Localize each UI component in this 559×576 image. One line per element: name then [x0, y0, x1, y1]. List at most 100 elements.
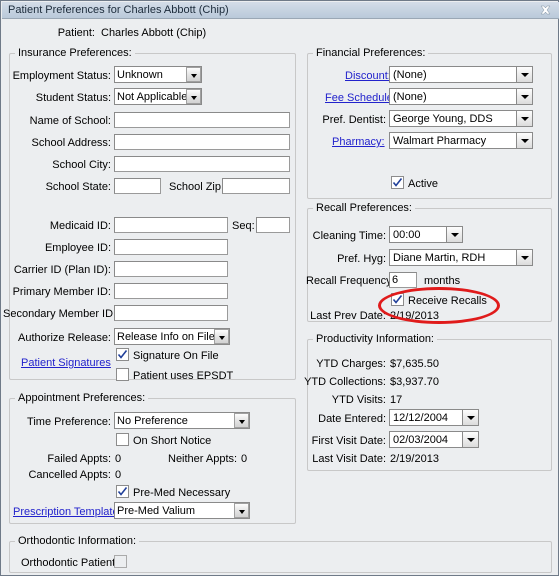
time-preference-select[interactable]: No Preference [114, 412, 250, 429]
pre-med-necessary-label: Pre-Med Necessary [133, 487, 231, 499]
employment-status-value: Unknown [117, 69, 163, 81]
prescription-template-link[interactable]: Prescription Template: [13, 506, 122, 518]
chevron-down-icon[interactable] [516, 132, 533, 149]
student-status-select[interactable]: Not Applicable [114, 88, 202, 105]
patient-signatures-link[interactable]: Patient Signatures [21, 357, 111, 369]
last-prev-date-label: Last Prev Date: [310, 310, 386, 322]
recall-frequency-unit: months [424, 275, 461, 287]
school-address-label: School Address: [31, 137, 112, 149]
signature-on-file-checkbox[interactable] [116, 348, 129, 361]
productivity-information-title: Productivity Information: [313, 333, 437, 345]
chevron-down-icon[interactable] [214, 329, 229, 344]
seq-input[interactable] [256, 217, 290, 233]
student-status-label: Student Status: [35, 92, 111, 104]
check-icon [117, 487, 128, 496]
date-entered-select[interactable]: 12/12/2004 [389, 409, 463, 426]
recall-frequency-input[interactable]: 6 [389, 272, 417, 288]
chevron-down-icon[interactable] [234, 503, 249, 518]
appointment-preferences-title: Appointment Preferences: [15, 392, 149, 404]
patient-label: Patient: [57, 27, 95, 39]
first-visit-date-select[interactable]: 02/03/2004 [389, 431, 463, 448]
school-zip-label: School Zip: [169, 181, 225, 193]
patient-name: Charles Abbott (Chip) [101, 27, 207, 39]
pharmacy-link[interactable]: Pharmacy: [332, 136, 385, 148]
seq-label: Seq: [232, 220, 255, 232]
chevron-down-icon[interactable] [186, 89, 201, 104]
last-visit-date-label: Last Visit Date: [312, 453, 386, 465]
student-status-value: Not Applicable [117, 91, 188, 103]
fee-schedule-select[interactable]: (None) [389, 88, 533, 105]
authorize-release-select[interactable]: Release Info on File [114, 328, 230, 345]
failed-appts-value: 0 [115, 453, 122, 465]
school-state-input[interactable] [114, 178, 161, 194]
ytd-charges-label: YTD Charges: [316, 358, 386, 370]
ytd-visits-label: YTD Visits: [331, 394, 386, 406]
primary-member-id-input[interactable] [114, 283, 228, 299]
chevron-down-icon[interactable] [186, 67, 201, 82]
chevron-down-icon[interactable] [234, 413, 249, 428]
close-icon[interactable] [534, 3, 556, 17]
active-checkbox[interactable] [391, 176, 404, 189]
cancelled-appts-label: Cancelled Appts: [28, 469, 111, 481]
pref-hyg-label: Pref. Hyg: [337, 253, 386, 265]
school-zip-input[interactable] [222, 178, 290, 194]
receive-recalls-label: Receive Recalls [408, 295, 487, 307]
ytd-collections-value: $3,937.70 [390, 376, 439, 388]
school-address-input[interactable] [114, 134, 290, 150]
discount-select[interactable]: (None) [389, 66, 533, 83]
time-preference-value: No Preference [117, 415, 188, 427]
pharmacy-select[interactable]: Walmart Pharmacy [389, 132, 533, 149]
chevron-down-icon[interactable] [446, 226, 463, 243]
school-state-label: School State: [45, 181, 111, 193]
patient-uses-epsdt-checkbox[interactable] [116, 368, 129, 381]
title-bar: Patient Preferences for Charles Abbott (… [2, 2, 559, 19]
insurance-preferences-title: Insurance Preferences: [15, 47, 135, 59]
neither-appts-label: Neither Appts: [168, 453, 238, 465]
school-city-input[interactable] [114, 156, 290, 172]
name-of-school-input[interactable] [114, 112, 290, 128]
check-icon [117, 350, 128, 359]
orthodontic-patient-label: Orthodontic Patient: [21, 557, 119, 569]
pre-med-necessary-checkbox[interactable] [116, 485, 129, 498]
chevron-down-icon[interactable] [516, 110, 533, 127]
chevron-down-icon[interactable] [516, 249, 533, 266]
failed-appts-label: Failed Appts: [47, 453, 111, 465]
employment-status-label: Employment Status: [12, 70, 111, 82]
date-entered-label: Date Entered: [318, 413, 386, 425]
orthodontic-information-title: Orthodontic Information: [15, 535, 140, 547]
chevron-down-icon[interactable] [516, 66, 533, 83]
orthodontic-patient-checkbox[interactable] [114, 555, 127, 568]
secondary-member-id-input[interactable] [114, 305, 228, 321]
prescription-template-value: Pre-Med Valium [117, 505, 196, 517]
discount-link[interactable]: Discount: [345, 70, 391, 82]
employment-status-select[interactable]: Unknown [114, 66, 202, 83]
chevron-down-icon[interactable] [462, 431, 479, 448]
medicaid-id-input[interactable] [114, 217, 228, 233]
authorize-release-value: Release Info on File [117, 331, 215, 343]
pref-dentist-label: Pref. Dentist: [322, 114, 386, 126]
pref-hyg-select[interactable]: Diane Martin, RDH [389, 249, 533, 266]
time-preference-label: Time Preference: [27, 416, 111, 428]
carrier-id-input[interactable] [114, 261, 228, 277]
receive-recalls-checkbox[interactable] [391, 293, 404, 306]
check-icon [392, 295, 403, 304]
authorize-release-label: Authorize Release: [18, 332, 111, 344]
cancelled-appts-value: 0 [115, 469, 122, 481]
signature-on-file-label: Signature On File [133, 350, 219, 362]
fee-schedule-link[interactable]: Fee Schedule: [325, 92, 396, 104]
patient-uses-epsdt-label: Patient uses EPSDT [133, 370, 234, 382]
employee-id-label: Employee ID: [44, 242, 111, 254]
last-visit-date-value: 2/19/2013 [390, 453, 439, 465]
active-label: Active [408, 178, 438, 190]
chevron-down-icon[interactable] [462, 409, 479, 426]
medicaid-id-label: Medicaid ID: [49, 220, 111, 232]
neither-appts-value: 0 [241, 453, 248, 465]
chevron-down-icon[interactable] [516, 88, 533, 105]
on-short-notice-checkbox[interactable] [116, 433, 129, 446]
financial-preferences-title: Financial Preferences: [313, 47, 429, 59]
employee-id-input[interactable] [114, 239, 228, 255]
ytd-charges-value: $7,635.50 [390, 358, 439, 370]
prescription-template-select[interactable]: Pre-Med Valium [114, 502, 250, 519]
pref-dentist-select[interactable]: George Young, DDS [389, 110, 533, 127]
ytd-collections-label: YTD Collections: [304, 376, 386, 388]
